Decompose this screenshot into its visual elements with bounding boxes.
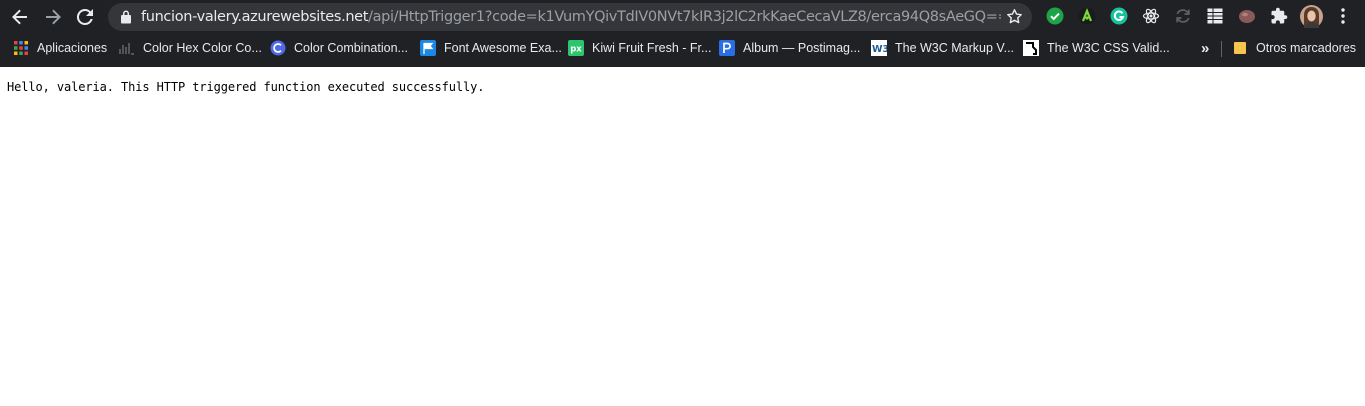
bookmark-w3c-markup[interactable]: W3 The W3C Markup V... xyxy=(871,38,1014,58)
bookmark-label: Album — Postimag... xyxy=(743,41,861,55)
url-text[interactable]: funcion-valery.azurewebsites.net/api/Htt… xyxy=(141,3,1001,31)
bookmark-label: Otros marcadores xyxy=(1256,41,1357,55)
folder-icon xyxy=(1232,40,1248,56)
forward-button[interactable] xyxy=(41,5,65,29)
color-combination-icon xyxy=(270,40,286,56)
reload-button[interactable] xyxy=(73,5,97,29)
url-path: /api/HttpTrigger1?code=k1VumYQivTdIV0NVt… xyxy=(368,9,1001,25)
lock-icon xyxy=(121,10,131,24)
more-bookmarks-button[interactable]: » xyxy=(1201,38,1209,58)
svg-text:px: px xyxy=(570,45,582,55)
url-host: funcion-valery.azurewebsites.net xyxy=(141,9,369,25)
pixabay-icon: px xyxy=(568,40,584,56)
sync-icon[interactable] xyxy=(1173,6,1193,26)
bookmark-label: Kiwi Fruit Fresh - Fr... xyxy=(592,41,712,55)
colorhex-icon xyxy=(119,40,135,56)
bookmark-label: Aplicaciones xyxy=(37,41,108,55)
back-arrow-icon xyxy=(12,9,27,25)
bookmark-w3c-css[interactable]: The W3C CSS Valid... xyxy=(1023,38,1170,58)
bookmark-postimage[interactable]: Album — Postimag... xyxy=(719,38,860,58)
bookmark-label: The W3C CSS Valid... xyxy=(1047,41,1170,55)
response-message: Hello, valeria. This HTTP triggered func… xyxy=(7,80,485,94)
grammarly-icon[interactable] xyxy=(1109,6,1129,26)
check-icon[interactable] xyxy=(1045,6,1065,26)
bookmark-color-hex[interactable]: Color Hex Color Co... xyxy=(119,38,262,58)
svg-text:W3: W3 xyxy=(872,44,887,55)
kebab-menu-icon[interactable] xyxy=(1333,6,1353,26)
profile-avatar[interactable] xyxy=(1299,4,1323,28)
w3c-icon: W3 xyxy=(871,40,887,56)
puzzle-icon[interactable] xyxy=(1269,6,1289,26)
reload-icon xyxy=(76,8,93,25)
bookmark-font-awesome[interactable]: Font Awesome Exa... xyxy=(420,38,562,58)
postimage-icon xyxy=(719,40,735,56)
bookmark-star-icon[interactable] xyxy=(1006,8,1023,25)
bookmarks-bar: Aplicaciones Color Hex Color Co... Color… xyxy=(0,34,1365,64)
react-icon[interactable] xyxy=(1141,6,1161,26)
w3c-css-icon xyxy=(1023,40,1039,56)
bookmark-color-combination[interactable]: Color Combination... xyxy=(270,38,408,58)
bookmark-label: Font Awesome Exa... xyxy=(444,41,562,55)
bookmark-label: Color Combination... xyxy=(294,41,408,55)
bookmark-label: The W3C Markup V... xyxy=(895,41,1015,55)
back-button[interactable] xyxy=(8,5,32,29)
bookmark-other-folder[interactable]: Otros marcadores xyxy=(1232,38,1356,58)
bookmark-label: Color Hex Color Co... xyxy=(143,41,262,55)
sheets-icon[interactable] xyxy=(1205,6,1225,26)
alien-icon[interactable] xyxy=(1077,6,1097,26)
address-bar[interactable]: funcion-valery.azurewebsites.net/api/Htt… xyxy=(108,3,1032,31)
apps-grid-icon xyxy=(13,40,29,56)
browser-chrome: funcion-valery.azurewebsites.net/api/Htt… xyxy=(0,0,1365,67)
bookmarks-divider xyxy=(1221,41,1222,57)
bookmark-aplicaciones[interactable]: Aplicaciones xyxy=(13,38,107,58)
bookmark-kiwi-fruit[interactable]: px Kiwi Fruit Fresh - Fr... xyxy=(568,38,711,58)
page-content: Hello, valeria. This HTTP triggered func… xyxy=(0,67,1365,406)
forward-arrow-icon xyxy=(46,9,61,25)
browser-toolbar: funcion-valery.azurewebsites.net/api/Htt… xyxy=(0,0,1365,34)
chevron-double-right-icon: » xyxy=(1201,39,1210,57)
flag-icon xyxy=(420,40,436,56)
pocket-icon[interactable] xyxy=(1237,6,1257,26)
